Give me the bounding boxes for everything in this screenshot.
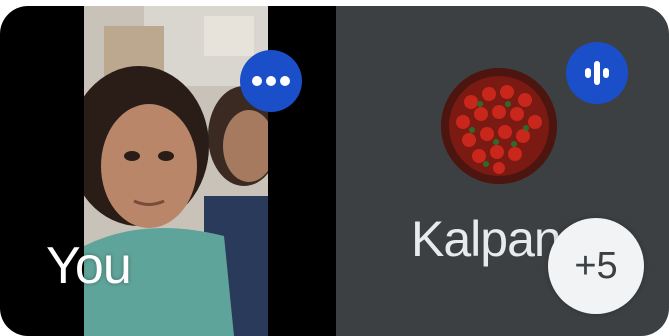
meeting-tiles-view: You Kalpana +5 [0,0,669,336]
more-participants-badge[interactable]: +5 [548,218,644,314]
more-options-button[interactable] [240,50,302,112]
avatar-image [441,68,557,184]
audio-level-icon [585,61,609,85]
self-tile[interactable]: You [0,6,336,336]
more-horizontal-icon [252,76,290,86]
speaking-indicator [566,42,628,104]
self-name-label: You [46,237,132,295]
avatar [441,68,557,184]
